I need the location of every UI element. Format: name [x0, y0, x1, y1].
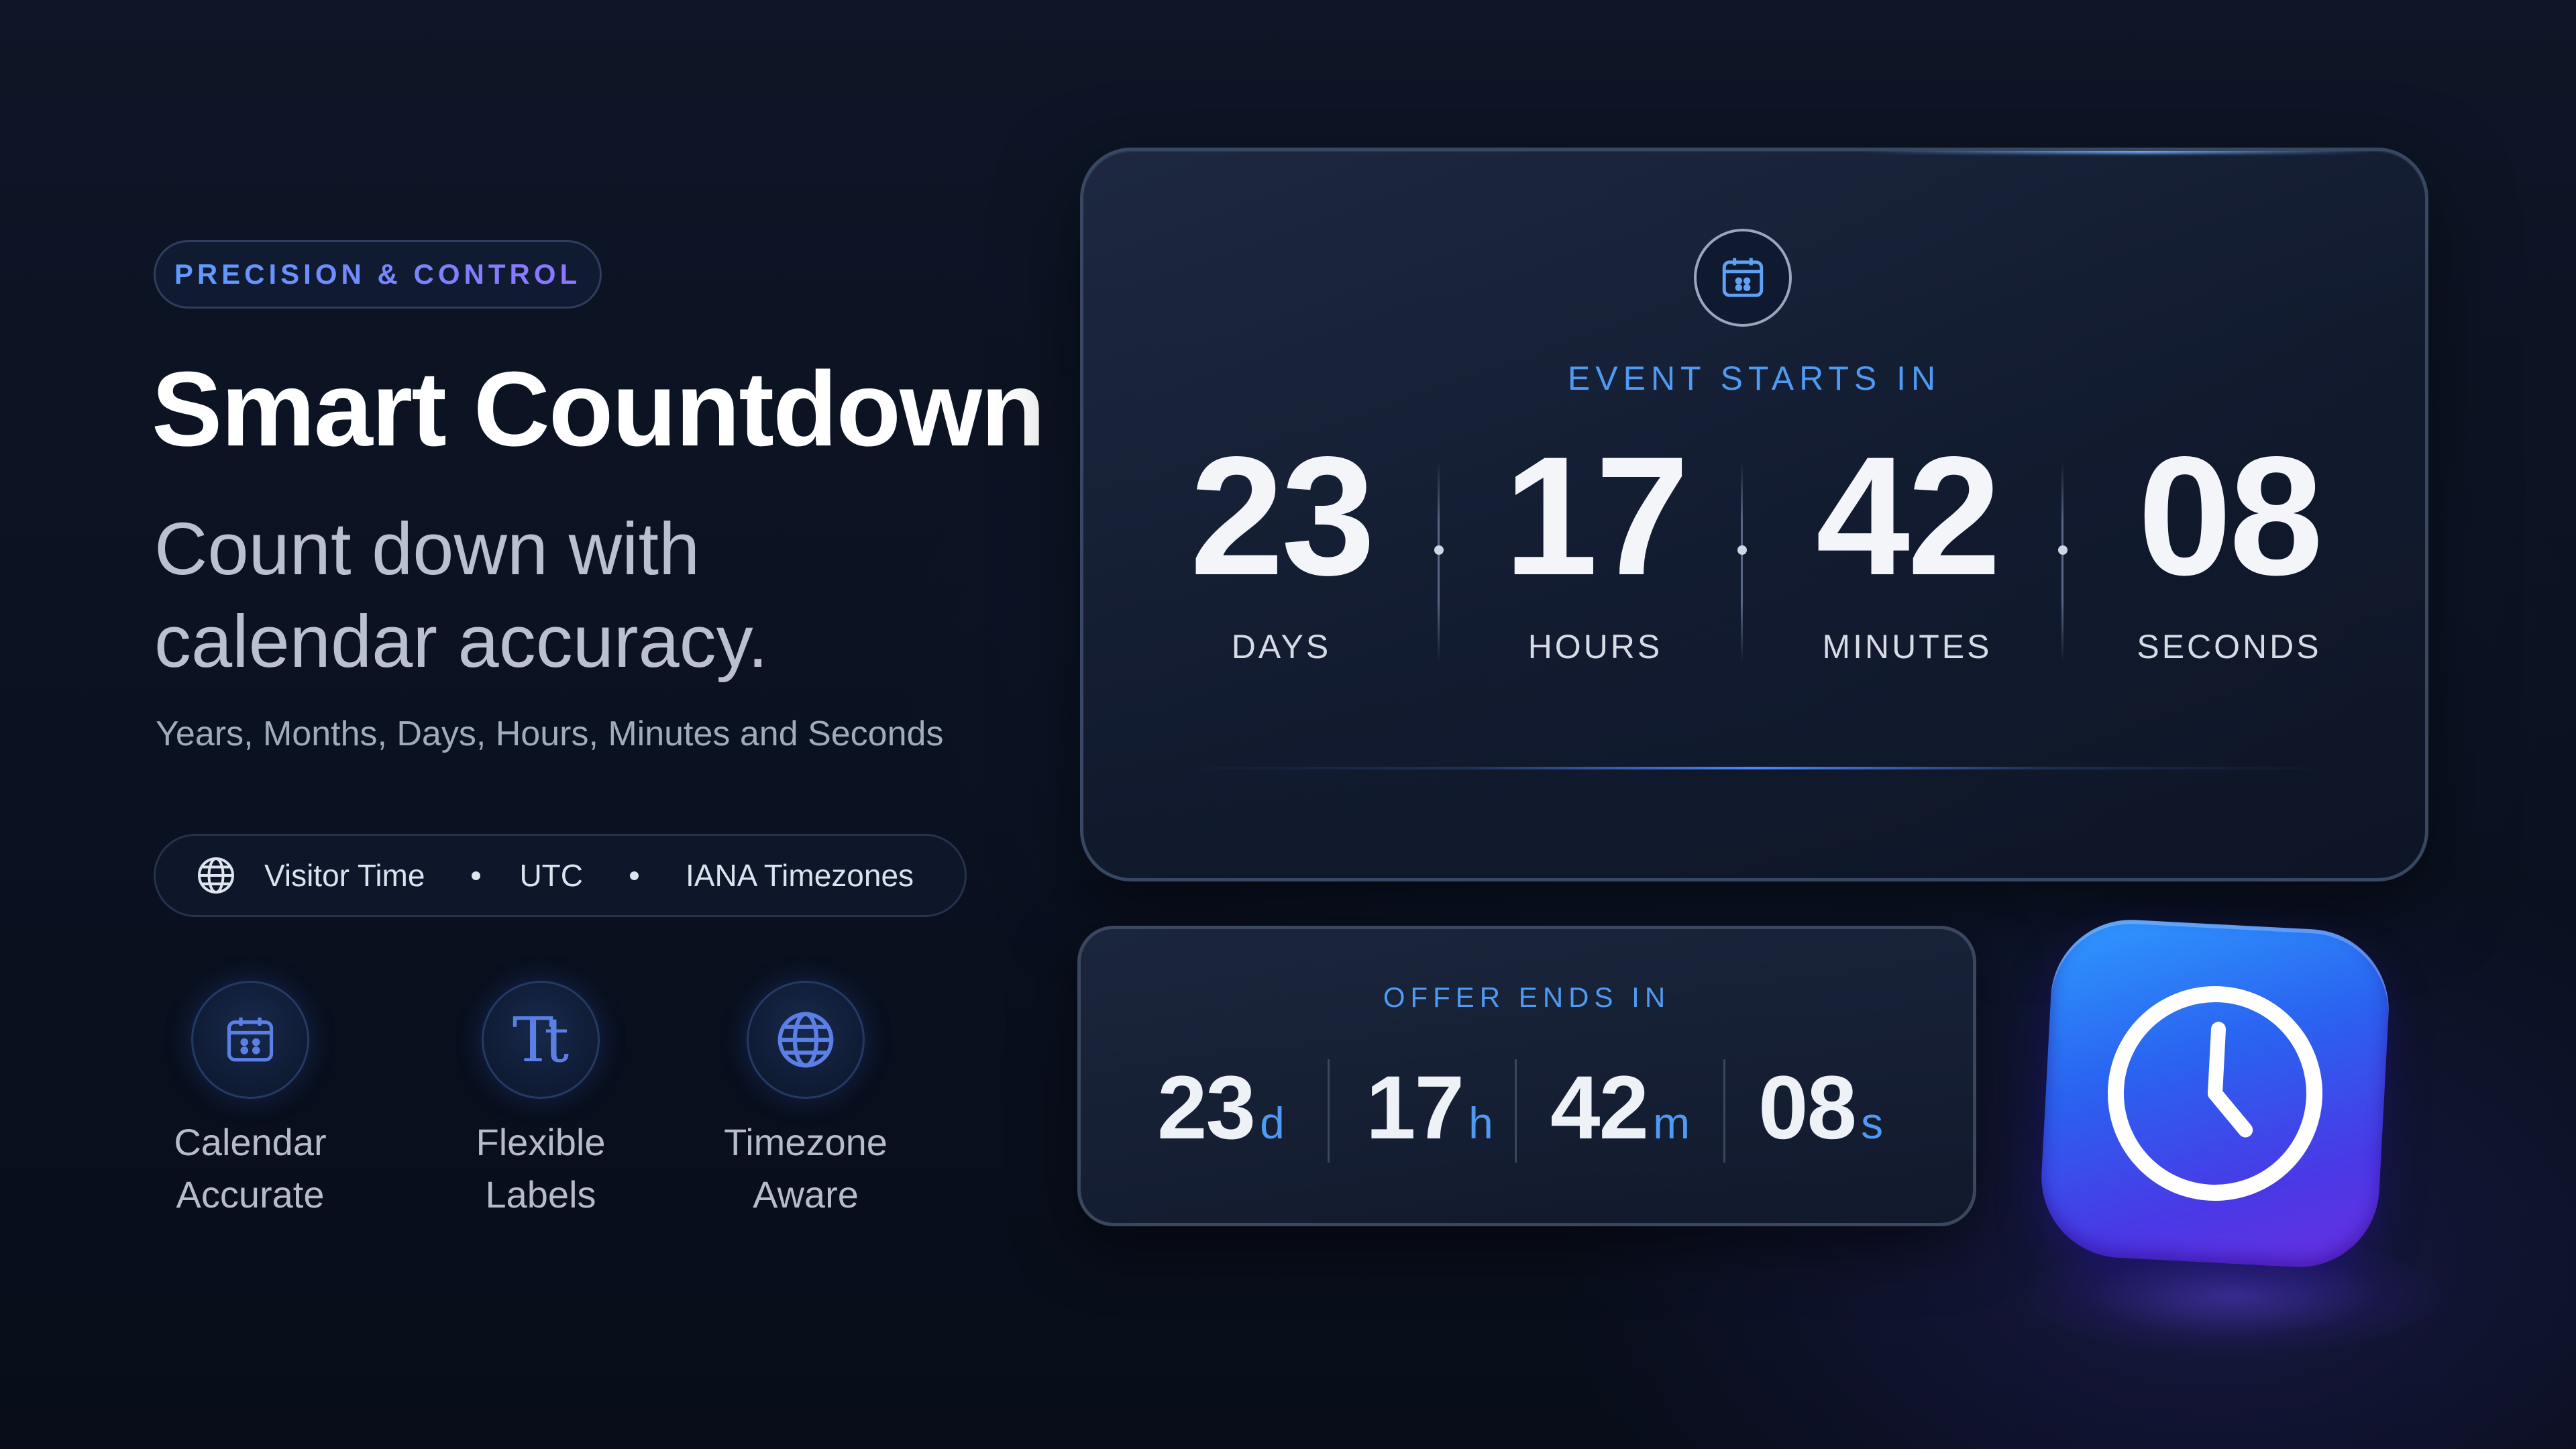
timezone-option-visitor-time: Visitor Time	[264, 858, 425, 893]
timezone-options-pill: Visitor Time UTC IANA Timezones	[154, 834, 967, 917]
offer-seconds-value: 08	[1758, 1058, 1857, 1158]
offer-countdown-card: OFFER ENDS IN 23 d 17 h 42 m 08 s	[1077, 926, 1976, 1226]
app-icon	[2037, 916, 2393, 1271]
separator-dot	[1434, 545, 1444, 555]
feature-icon-badge	[191, 981, 309, 1099]
hours-label: HOURS	[1527, 628, 1663, 665]
eyebrow-badge: PRECISION & CONTROL	[154, 240, 602, 309]
separator-line	[2061, 461, 2063, 662]
calendar-icon	[1722, 258, 1764, 297]
separator-dot	[472, 871, 481, 880]
subtitle-line-2: calendar accuracy.	[154, 600, 769, 683]
offer-hours-value: 17	[1366, 1058, 1464, 1158]
separator-dot	[1737, 545, 1747, 555]
event-countdown-card: EVENT STARTS IN 23 DAYS 17 HOURS 42 MINU…	[1080, 148, 2428, 881]
feature-flexible-labels: Tt Flexible Labels	[427, 981, 655, 1221]
separator-line	[1515, 1059, 1517, 1163]
offer-label: OFFER ENDS IN	[1383, 981, 1671, 1013]
separator-dot	[629, 871, 639, 880]
text-format-icon: Tt	[512, 1004, 569, 1076]
offer-days-suffix: d	[1260, 1098, 1285, 1148]
seconds-label: SECONDS	[2137, 628, 2322, 665]
globe-icon	[198, 857, 234, 894]
feature-label-line-1: Flexible	[476, 1121, 606, 1163]
feature-label: Calendar Accurate	[136, 1116, 364, 1221]
minutes-label: MINUTES	[1822, 628, 1992, 665]
separator-line	[1438, 461, 1440, 662]
feature-label-line-2: Accurate	[176, 1173, 325, 1216]
offer-seconds: 08 s	[1758, 1057, 1883, 1159]
subtitle: Count down with calendar accuracy.	[154, 503, 1026, 688]
countdown-minutes: 42 MINUTES	[1780, 422, 2035, 666]
countdown-days: 23 DAYS	[1154, 422, 1409, 666]
separator-line	[1723, 1059, 1725, 1163]
event-label: EVENT STARTS IN	[1567, 360, 1941, 397]
subtitle-line-1: Count down with	[154, 508, 700, 590]
page-title: Smart Countdown	[152, 350, 1045, 468]
feature-icon-badge: Tt	[482, 981, 600, 1099]
feature-label: Timezone Aware	[692, 1116, 920, 1221]
feature-label-line-2: Labels	[485, 1173, 596, 1216]
timezone-option-iana: IANA Timezones	[685, 858, 914, 893]
card-accent-line	[1177, 767, 2331, 769]
separator-line	[1328, 1059, 1330, 1163]
offer-minutes-value: 42	[1550, 1058, 1649, 1158]
offer-hours: 17 h	[1366, 1057, 1493, 1159]
event-calendar-badge	[1694, 229, 1792, 327]
feature-label-line-2: Aware	[753, 1173, 859, 1216]
countdown-hours: 17 HOURS	[1468, 422, 1723, 666]
offer-minutes: 42 m	[1550, 1057, 1690, 1159]
units-description: Years, Months, Days, Hours, Minutes and …	[156, 714, 944, 753]
days-label: DAYS	[1231, 628, 1332, 665]
minutes-value: 42	[1815, 422, 2001, 610]
timezone-option-utc: UTC	[519, 858, 583, 893]
offer-days: 23 d	[1157, 1057, 1285, 1159]
feature-timezone-aware: Timezone Aware	[692, 981, 920, 1221]
offer-seconds-suffix: s	[1861, 1098, 1884, 1148]
hours-value: 17	[1503, 422, 1689, 610]
feature-icon-badge	[747, 981, 865, 1099]
feature-label-line-1: Timezone	[724, 1121, 888, 1163]
eyebrow-text: PRECISION & CONTROL	[174, 258, 582, 290]
seconds-value: 08	[2137, 422, 2323, 610]
clock-icon	[2108, 986, 2322, 1201]
globe-icon	[777, 1012, 834, 1068]
offer-minutes-suffix: m	[1653, 1098, 1690, 1148]
separator-dot	[2058, 545, 2068, 555]
calendar-icon	[227, 1017, 274, 1062]
offer-hours-suffix: h	[1468, 1098, 1493, 1148]
feature-label: Flexible Labels	[427, 1116, 655, 1221]
feature-calendar-accurate: Calendar Accurate	[136, 981, 364, 1221]
days-value: 23	[1189, 422, 1375, 610]
offer-days-value: 23	[1157, 1058, 1256, 1158]
feature-label-line-1: Calendar	[174, 1121, 327, 1163]
card-glow	[1862, 151, 2371, 154]
separator-line	[1741, 461, 1743, 662]
countdown-seconds: 08 SECONDS	[2102, 422, 2357, 666]
